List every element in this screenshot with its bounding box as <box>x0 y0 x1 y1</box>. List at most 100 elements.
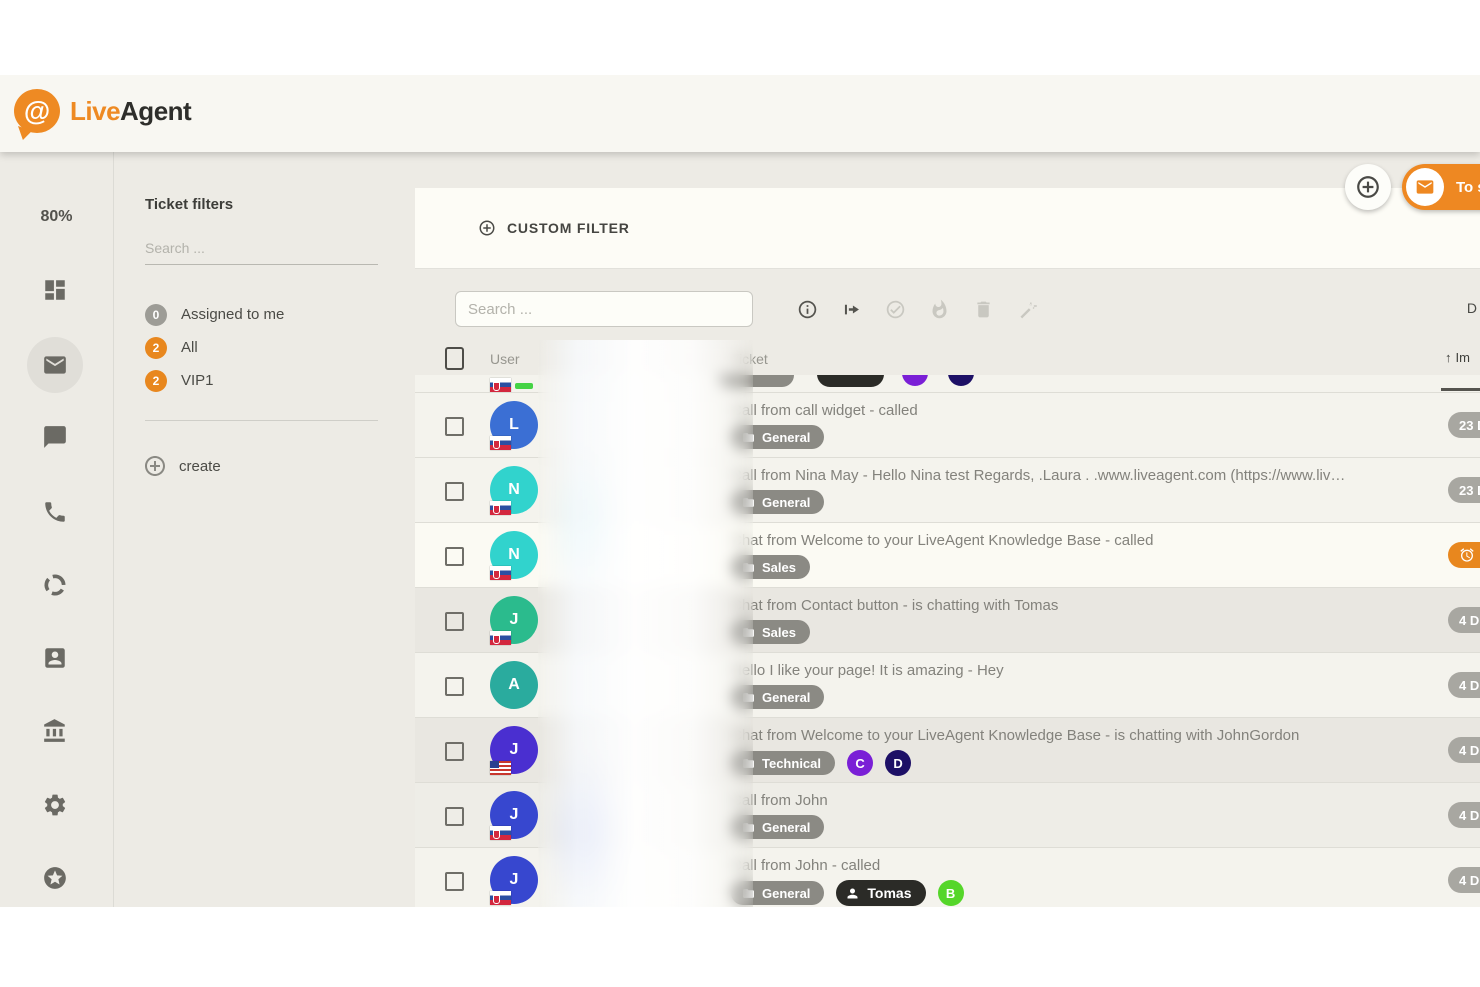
row-checkbox[interactable] <box>445 677 464 696</box>
sidebar-item-chats[interactable] <box>39 421 71 453</box>
create-filter-button[interactable]: create <box>143 454 221 478</box>
toolbar-flame-icon[interactable] <box>928 298 950 320</box>
ticket-row[interactable]: J Call from John - called General Tomas … <box>415 847 1480 907</box>
phone-icon <box>42 499 68 525</box>
department-tag-sales[interactable]: Sales <box>731 620 810 644</box>
assignee-pill-partial <box>817 375 884 387</box>
sidebar-item-dashboard[interactable] <box>39 274 71 306</box>
agent-badge-c[interactable]: C <box>847 750 873 776</box>
custom-filter-bar: CUSTOM FILTER <box>415 188 1480 269</box>
to-solve-label: To s <box>1456 179 1480 196</box>
envelope-icon <box>42 352 68 378</box>
logo-text: LiveAgent <box>70 96 191 127</box>
custom-filter-button[interactable]: CUSTOM FILTER <box>478 219 630 237</box>
status-sliver <box>515 383 533 389</box>
avatar-letter: N <box>508 481 520 499</box>
sidebar-item-contacts[interactable] <box>39 642 71 674</box>
importance-sort-header[interactable]: ↑ Im <box>1445 350 1470 365</box>
row-checkbox[interactable] <box>445 482 464 501</box>
ticket-row[interactable]: J Call from John General 4 D <box>415 782 1480 847</box>
logo-at-symbol: @ <box>24 98 50 125</box>
agent-badge-b[interactable]: B <box>938 880 964 906</box>
flag-sk-icon <box>490 631 511 645</box>
ticket-summary: Hello I like your page! It is amazing - … <box>731 662 1350 709</box>
filter-item-assigned-to-me[interactable]: 0 Assigned to me <box>145 298 395 331</box>
row-checkbox[interactable] <box>445 612 464 631</box>
filter-item-vip1[interactable]: 2 VIP1 <box>145 364 395 397</box>
filter-item-label: All <box>181 339 198 356</box>
ticket-tags: Technical CD <box>731 750 1350 776</box>
sidebar-item-settings[interactable] <box>39 789 71 821</box>
select-all-checkbox[interactable] <box>445 347 464 370</box>
folder-icon <box>742 561 755 574</box>
ticket-tags: General <box>731 685 1350 709</box>
toolbar-check-circle-icon[interactable] <box>884 298 906 320</box>
agent-badge-d[interactable]: D <box>885 750 911 776</box>
department-tag-sales[interactable]: Sales <box>731 555 810 579</box>
sidebar-item-academy[interactable] <box>39 715 71 747</box>
sidebar-item-tickets[interactable] <box>39 349 71 381</box>
department-tag-general[interactable]: General <box>731 425 824 449</box>
main-area: 80% Ticket filters 0 Assigned to me 2 Al… <box>0 152 1480 907</box>
tag-pill-partial <box>717 375 794 387</box>
assignee-pill[interactable]: Tomas <box>836 880 925 906</box>
flame-icon <box>929 299 950 320</box>
chat-icon <box>42 424 68 450</box>
department-tag-technical[interactable]: Technical <box>731 751 835 775</box>
row-checkbox[interactable] <box>445 742 464 761</box>
add-new-button[interactable] <box>1345 164 1391 210</box>
department-tag-general[interactable]: General <box>731 815 824 839</box>
ticket-toolbar <box>796 298 1038 320</box>
ticket-row[interactable]: J Chat from Welcome to your LiveAgent Kn… <box>415 717 1480 782</box>
ticket-summary: Call from Nina May - Hello Nina test Reg… <box>731 467 1350 514</box>
ticket-filters-search-input[interactable] <box>145 236 378 265</box>
age-badge: 4 D <box>1448 607 1480 633</box>
zoom-level: 80% <box>0 208 113 226</box>
sidebar-item-calls[interactable] <box>39 496 71 528</box>
avatar-letter: L <box>509 416 519 434</box>
to-solve-button[interactable]: To s <box>1402 164 1480 210</box>
ticket-row[interactable]: L Call from call widget - called General… <box>415 392 1480 457</box>
ticket-row[interactable]: N Call from Nina May - Hello Nina test R… <box>415 457 1480 522</box>
dashboard-icon <box>42 277 68 303</box>
contact-card-icon <box>42 645 68 671</box>
user-column-header: User <box>490 351 520 367</box>
row-checkbox[interactable] <box>445 547 464 566</box>
create-filter-label: create <box>179 458 221 475</box>
agent-badge-partial <box>948 375 974 386</box>
star-circle-icon <box>42 865 68 891</box>
to-solve-envelope-circle <box>1406 168 1444 206</box>
info-icon <box>797 299 818 320</box>
folder-icon <box>742 887 755 900</box>
sidebar-item-social[interactable] <box>39 569 71 601</box>
ticket-row[interactable]: A Hello I like your page! It is amazing … <box>415 652 1480 717</box>
ticket-title: Chat from Welcome to your LiveAgent Know… <box>731 727 1350 744</box>
ticket-summary: Call from John - called General Tomas B <box>731 857 1350 906</box>
department-tag-general[interactable]: General <box>731 881 824 905</box>
toolbar-forward-arrow-icon[interactable] <box>840 298 862 320</box>
ticket-filters-title: Ticket filters <box>145 196 233 213</box>
row-checkbox[interactable] <box>445 417 464 436</box>
sort-column-underline <box>1441 388 1480 391</box>
ticket-row[interactable]: J Chat from Contact button - is chatting… <box>415 587 1480 652</box>
ticket-row[interactable]: N Chat from Welcome to your LiveAgent Kn… <box>415 522 1480 587</box>
department-tag-general[interactable]: General <box>731 490 824 514</box>
avatar-letter: J <box>510 806 519 824</box>
department-tag-general[interactable]: General <box>731 685 824 709</box>
filter-item-all[interactable]: 2 All <box>145 331 395 364</box>
row-checkbox[interactable] <box>445 872 464 891</box>
toolbar-magic-wand-icon[interactable] <box>1016 298 1038 320</box>
folder-icon <box>742 821 755 834</box>
donut-icon <box>42 572 68 598</box>
user-avatar: A <box>490 661 538 709</box>
ticket-summary: Call from John General <box>731 792 1350 839</box>
sidebar-item-favorites[interactable] <box>39 862 71 894</box>
toolbar-trash-icon[interactable] <box>972 298 994 320</box>
flag-sk-icon <box>490 566 511 580</box>
user-avatar: L <box>490 401 538 449</box>
age-badge: 23 D <box>1448 412 1480 438</box>
toolbar-info-icon[interactable] <box>796 298 818 320</box>
flag-us-icon <box>490 761 511 775</box>
row-checkbox[interactable] <box>445 807 464 826</box>
ticket-search-input[interactable] <box>455 291 753 327</box>
